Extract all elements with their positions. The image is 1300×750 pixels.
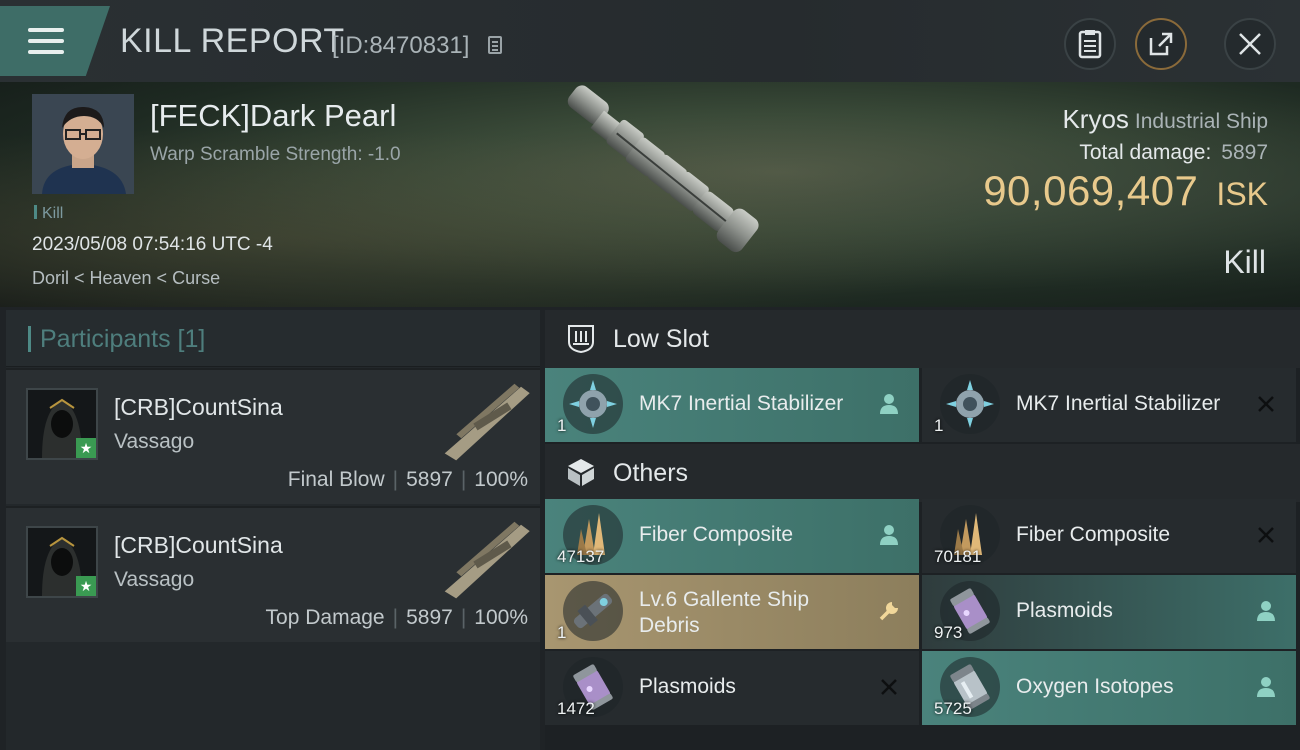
participant-name[interactable]: [CRB]CountSina: [114, 532, 283, 559]
participant-role: Top Damage: [265, 606, 385, 629]
x-icon: [1252, 390, 1280, 418]
item-row[interactable]: 1 MK7 Inertial Stabilizer: [545, 368, 919, 442]
share-button[interactable]: [1135, 18, 1187, 70]
item-row[interactable]: 973 Plasmoids: [922, 575, 1296, 649]
participant-avatar[interactable]: ★: [26, 388, 98, 460]
item-name: Fiber Composite: [639, 523, 794, 546]
participants-header: Participants [1]: [6, 310, 540, 367]
hamburger-icon: [28, 28, 64, 54]
item-quantity: 1: [934, 416, 944, 435]
inertial-stabilizer-icon: [940, 374, 1000, 434]
close-button[interactable]: [1224, 18, 1276, 70]
clipboard-icon: [1078, 30, 1102, 59]
participant-ship: Vassago: [114, 568, 195, 591]
item-row[interactable]: 47137 Fiber Composite: [545, 499, 919, 573]
person-icon: [875, 521, 903, 549]
ship-debris-icon: [563, 581, 623, 641]
kill-tag: Kill: [34, 205, 63, 223]
others-header: Others: [545, 444, 1300, 502]
participant-row[interactable]: ★ [CRB]CountSina Vassago Top Damage | 5897…: [6, 506, 540, 642]
wrench-icon: [875, 597, 903, 625]
participant-percent: 100%: [474, 606, 528, 629]
item-quantity: 47137: [557, 547, 605, 566]
inertial-stabilizer-icon: [563, 374, 623, 434]
participant-ship: Vassago: [114, 430, 195, 453]
menu-button[interactable]: [0, 6, 110, 76]
item-name: MK7 Inertial Stabilizer: [1016, 392, 1221, 415]
item-quantity: 973: [934, 623, 963, 642]
item-name: Plasmoids: [639, 675, 736, 698]
total-damage-label: Total damage:: [1079, 141, 1212, 164]
person-icon: [875, 390, 903, 418]
item-name: Fiber Composite: [1016, 523, 1171, 546]
item-quantity: 1: [557, 623, 567, 642]
participant-ship-image: [444, 383, 530, 461]
item-row[interactable]: 5725 Oxygen Isotopes: [922, 651, 1296, 725]
ship-class: Industrial Ship: [1134, 110, 1268, 133]
low-slot-title: Low Slot: [613, 325, 709, 353]
participant-stats: Top Damage | 5897 | 100%: [265, 606, 528, 629]
low-slot-header: Low Slot: [545, 310, 1300, 368]
item-name: MK7 Inertial Stabilizer: [639, 392, 844, 415]
victim-avatar[interactable]: [32, 94, 134, 194]
participant-damage: 5897: [406, 606, 453, 629]
item-name: Oxygen Isotopes: [1016, 675, 1174, 698]
participant-stats: Final Blow | 5897 | 100%: [287, 468, 528, 491]
kill-result: Kill: [1223, 244, 1266, 280]
warp-scramble-strength: Warp Scramble Strength: -1.0: [150, 144, 401, 165]
victim-summary: [FECK]Dark Pearl Warp Scramble Strength:…: [0, 82, 1300, 307]
kill-datetime: 2023/05/08 07:54:16 UTC -4: [32, 234, 273, 255]
x-icon: [1252, 521, 1280, 549]
victim-ship-image: [567, 85, 759, 253]
participant-row[interactable]: ★ [CRB]CountSina Vassago Final Blow | 5897…: [6, 368, 540, 504]
share-icon: [1149, 32, 1173, 56]
isk-unit: ISK: [1216, 176, 1268, 212]
star-badge-icon: ★: [76, 438, 96, 458]
person-icon: [1252, 597, 1280, 625]
ship-info: Kryos Industrial Ship Total damage: 5897 9…: [983, 104, 1268, 215]
item-row[interactable]: 1472 Plasmoids: [545, 651, 919, 725]
items-panel: Low Slot 1 MK7 Inertial Stabilizer 1 MK7…: [545, 310, 1300, 750]
copy-icon[interactable]: [488, 36, 502, 54]
page-title: KILL REPORT: [120, 22, 345, 60]
ship-name[interactable]: Kryos: [1062, 104, 1128, 134]
kill-location[interactable]: Doril < Heaven < Curse: [32, 268, 220, 289]
item-quantity: 1: [557, 416, 567, 435]
participant-damage: 5897: [406, 468, 453, 491]
participant-role: Final Blow: [287, 468, 385, 491]
person-icon: [1252, 673, 1280, 701]
box-icon: [568, 459, 594, 486]
star-badge-icon: ★: [76, 576, 96, 596]
isk-value: 90,069,407: [983, 167, 1199, 214]
total-damage-value: 5897: [1221, 141, 1268, 164]
item-quantity: 5725: [934, 699, 972, 718]
participant-percent: 100%: [474, 468, 528, 491]
participant-ship-image: [444, 521, 530, 599]
top-bar: KILL REPORT [ID:8470831]: [0, 0, 1300, 82]
report-id: [ID:8470831]: [332, 32, 470, 59]
item-name: Plasmoids: [1016, 599, 1113, 622]
item-quantity: 1472: [557, 699, 595, 718]
participants-title: Participants [1]: [40, 325, 206, 353]
close-icon: [1239, 33, 1261, 55]
item-row[interactable]: 1 Lv.6 Gallente Ship Debris: [545, 575, 919, 649]
low-slot-icon: [568, 325, 594, 354]
clipboard-button[interactable]: [1064, 18, 1116, 70]
item-row[interactable]: 70181 Fiber Composite: [922, 499, 1296, 573]
victim-name[interactable]: [FECK]Dark Pearl: [150, 98, 396, 134]
item-quantity: 70181: [934, 547, 982, 566]
participant-name[interactable]: [CRB]CountSina: [114, 394, 283, 421]
participant-avatar[interactable]: ★: [26, 526, 98, 598]
x-icon: [875, 673, 903, 701]
item-name: Lv.6 Gallente Ship Debris: [639, 588, 810, 637]
item-row[interactable]: 1 MK7 Inertial Stabilizer: [922, 368, 1296, 442]
others-title: Others: [613, 459, 689, 487]
participants-panel: Participants [1] ★ [CRB]CountSina Vassag…: [6, 310, 540, 750]
